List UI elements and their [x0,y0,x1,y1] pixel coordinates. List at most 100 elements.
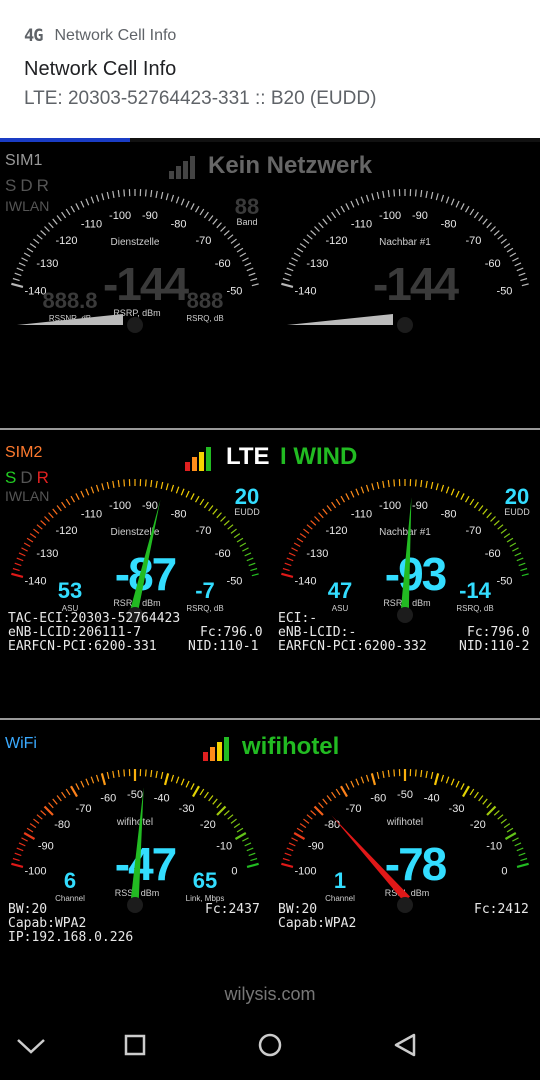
gauge-tick [123,769,126,777]
gauge-right-value: 888 [187,288,224,313]
gauge-tick [345,493,350,500]
gauge-tick [36,524,43,530]
gauge-main-value: -47 [115,838,176,890]
gauge-tick [387,480,390,488]
chevron-down-icon[interactable] [14,1030,48,1060]
gauge-tick [281,572,294,579]
gauge-tick [52,218,58,225]
gauge-tick [430,191,434,199]
gauge-tick [318,222,324,229]
gauge-tick [281,862,294,869]
gauge-tick [43,805,54,816]
gauge-tick [318,802,324,809]
gauge-tick [144,769,147,777]
gauge-tick-label: -30 [449,803,465,815]
gauge-tick [345,783,350,790]
gauge-tick [286,267,294,272]
gauge-tick [244,552,252,557]
gauge-tick [355,488,360,496]
gauge-tick [350,780,355,788]
gauge-tick [236,537,244,543]
signal-bars-icon [168,154,198,184]
gauge-tick [340,205,346,213]
gauge-tick-label: -130 [36,258,58,270]
gauge-tick [203,501,209,509]
gauge-tick [284,562,292,567]
gauge-left-value: 53 [58,578,82,603]
gauge-tick [248,852,256,857]
gauge-tick [514,842,522,847]
back-triangle-icon[interactable] [390,1029,420,1061]
gauge-tick [70,495,76,503]
wifi-ssid: wifihotel [242,733,340,760]
footer-site-link[interactable]: wilysis.com [0,984,540,1005]
gauge-tick [469,208,475,216]
gauge-tick [360,776,365,784]
gauge-right-value: 65 [193,868,217,893]
gauge-title: Dienstzelle [111,237,160,248]
gauge-tick [281,282,294,289]
gauge-tick [199,208,205,216]
gauge-tick [376,191,380,199]
recents-square-icon[interactable] [120,1030,150,1060]
gauge-tick [33,238,40,244]
gauge-tick [355,778,360,786]
wifi-neighbor-capab: Capab:WPA2 [278,916,357,931]
gauge-tick [335,208,341,216]
gauge-tick [345,203,350,210]
gauge-tick [340,785,348,798]
gauge-tick-label: -60 [215,258,231,270]
gauge-tick [56,505,62,512]
gauge-tick-label: -70 [196,235,212,247]
home-circle-icon[interactable] [254,1029,286,1061]
gauge-tick [48,512,54,519]
gauge-tick [371,193,375,201]
gauge-tick [75,203,80,210]
gauge-tick-label: -50 [497,575,513,587]
gauge-tick [123,189,126,197]
gauge-tick [420,190,423,198]
gauge-tick [52,508,58,515]
gauge-tick [335,498,341,506]
gauge-tick [170,484,175,492]
gauge-tick [478,215,484,222]
gauge-tick [310,520,317,526]
gauge-tick [493,520,500,526]
gauge-tick [521,573,529,577]
gauge-tick-label: -60 [370,793,386,805]
notification-card[interactable]: 4G Network Cell Info Network Cell Info L… [0,0,540,138]
gauge-tick [216,512,222,519]
gauge-tick [469,498,475,506]
gauge-tick-label: -90 [308,841,324,853]
gauge-tick [112,480,115,488]
gauge-tick [175,776,180,784]
gauge-tick [223,810,230,816]
gauge-tick [509,542,517,548]
gauge-tick [500,528,507,534]
gauge-tick [16,557,24,562]
gauge-tick [227,234,234,240]
gauge-tick [16,847,24,852]
navigation-bar [0,1010,540,1080]
gauge-tick-label: -70 [466,235,482,247]
gauge-tick [360,196,365,204]
gauge-tick [236,247,244,253]
gauge-tick [150,770,153,778]
gauge-tick [16,267,24,272]
gauge-tick-label: -90 [412,500,428,512]
gauge-tick [299,243,307,249]
gauge-tick [29,823,37,829]
gauge-tick-label: -140 [24,575,46,587]
gauge-tick [440,484,445,492]
gauge-hub [397,897,413,913]
gauge-tick [11,572,24,579]
gauge-tick [155,770,158,778]
gauge-tick [194,205,200,213]
gauge-tick [192,785,200,798]
gauge-tick [288,262,296,267]
gauge-tick-label: -140 [294,575,316,587]
gauge-tick [75,783,80,790]
gauge-tick-label: -10 [216,841,232,853]
gauge-tick [310,810,317,816]
gauge-tick [425,190,428,198]
